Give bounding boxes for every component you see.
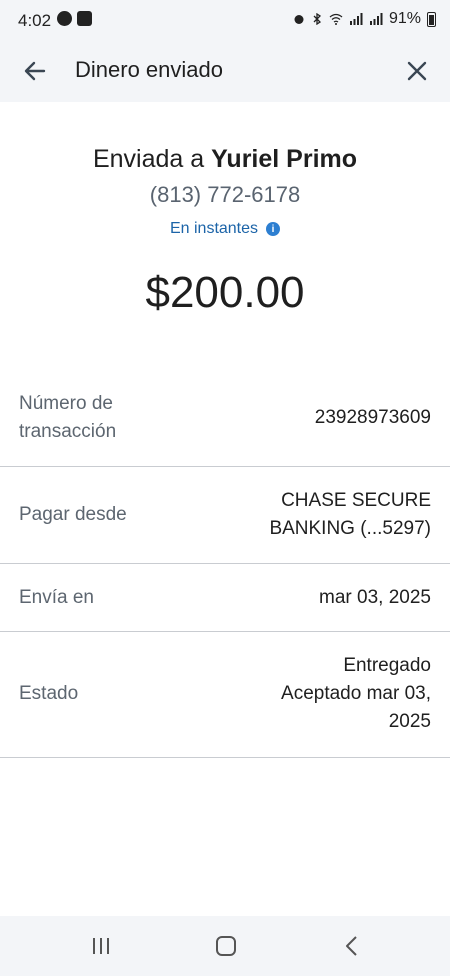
- detail-label: Envía en: [19, 587, 94, 608]
- recipient-name: Yuriel Primo: [211, 145, 358, 173]
- timing-label: En instantes: [169, 220, 259, 237]
- detail-value: CHASE SECURE BANKING (...5297): [269, 490, 431, 539]
- status-left-icons: [57, 11, 92, 26]
- gallery-icon: [77, 11, 92, 26]
- bluetooth-icon: [313, 13, 321, 25]
- detail-row-send-date: Envía en mar 03, 2025: [0, 564, 450, 632]
- delivery-timing: En instantes i: [169, 220, 281, 238]
- back-nav-icon[interactable]: [337, 931, 367, 961]
- recipient-line: Enviada a Yuriel Primo: [0, 145, 450, 174]
- status-bar: 4:02 91%: [0, 0, 450, 40]
- detail-row-pay-from: Pagar desde CHASE SECURE BANKING (...529…: [0, 467, 450, 564]
- detail-label: Pagar desde: [19, 504, 127, 525]
- status-value: Entregado: [343, 655, 431, 676]
- amount: $200.00: [145, 268, 305, 317]
- app-bar: Dinero enviado: [0, 40, 450, 102]
- status-time: 4:02: [18, 11, 52, 30]
- detail-value: 23928973609: [314, 407, 431, 428]
- signal-icon: [349, 13, 363, 25]
- battery-icon: [427, 11, 436, 27]
- detail-row-transaction-number: Número de transacción 23928973609: [0, 392, 450, 467]
- arrow-left-icon[interactable]: [20, 56, 50, 86]
- recent-apps-icon[interactable]: [86, 931, 116, 961]
- detail-label: Estado: [19, 683, 79, 704]
- system-nav-bar: [0, 916, 450, 976]
- home-icon[interactable]: [211, 931, 241, 961]
- alarm-icon: [294, 15, 304, 24]
- battery-percent: 91%: [388, 10, 421, 27]
- info-icon[interactable]: i: [266, 222, 281, 236]
- page-title: Dinero enviado: [75, 57, 223, 82]
- detail-value: Entregado Aceptado mar 03, 2025: [241, 652, 431, 736]
- status-right: 91%: [293, 10, 436, 28]
- signal-icon-2: [369, 13, 383, 25]
- detail-row-status: Estado Entregado Aceptado mar 03, 2025: [0, 632, 450, 758]
- detail-label: Número de transacción: [19, 393, 117, 442]
- close-icon[interactable]: [402, 56, 432, 86]
- transaction-details: Número de transacción 23928973609 Pagar …: [0, 392, 450, 758]
- recipient-phone: (813) 772-6178: [149, 182, 301, 207]
- payment-summary: Enviada a Yuriel Primo (813) 772-6178 En…: [0, 145, 450, 318]
- detail-value: mar 03, 2025: [319, 587, 431, 608]
- chase-logo-icon: [57, 11, 72, 26]
- wifi-icon: [329, 13, 343, 25]
- sent-prefix: Enviada a: [92, 145, 205, 173]
- status-accepted: Aceptado mar 03, 2025: [281, 683, 431, 732]
